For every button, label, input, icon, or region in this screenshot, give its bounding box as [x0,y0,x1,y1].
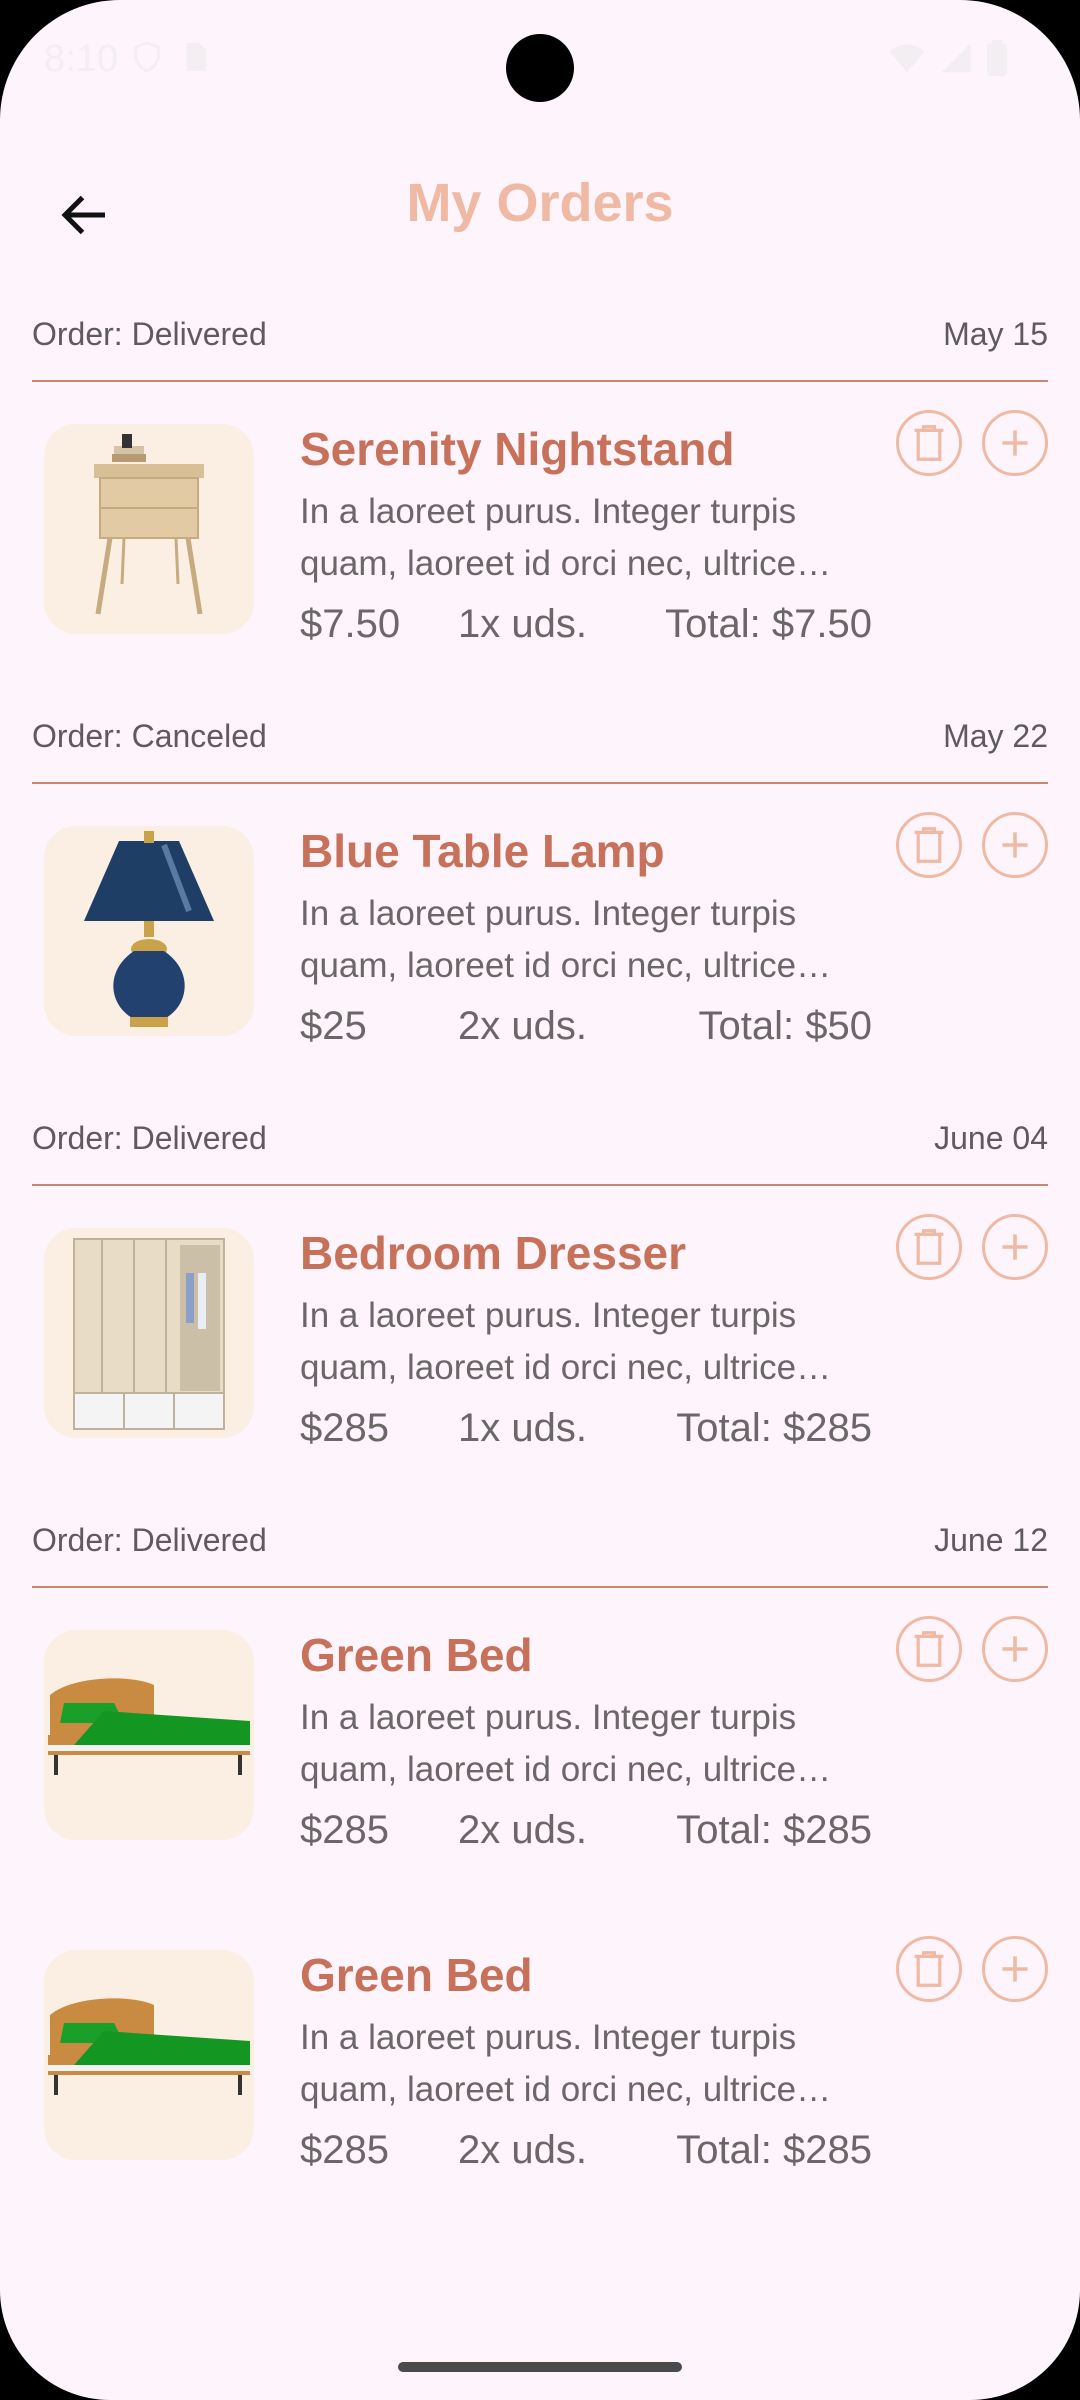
order-status: Order: Canceled [32,718,267,754]
line-total: Total: $50 [698,1004,872,1048]
delete-button[interactable] [896,410,962,476]
vpn-shield-icon [134,41,160,73]
line-total: Total: $7.50 [665,602,872,646]
product-description: In a laoreet purus. Integer turpis quam,… [300,888,920,992]
product-name: Green Bed [300,1949,533,2001]
order-header: Order: Delivered June 12 [32,1506,1048,1588]
line-total: Total: $285 [676,1406,872,1450]
sim-card-icon [186,42,207,72]
description-line: In a laoreet purus. Integer turpis [300,2018,797,2057]
order-group: Order: Delivered May 15 Serenity Nightst… [0,300,1080,702]
product-image-green-bed [44,1950,254,2160]
trash-icon [914,1229,944,1265]
orders-list: Order: Delivered May 15 Serenity Nightst… [0,300,1080,2228]
front-camera [506,34,574,102]
delete-button[interactable] [896,1936,962,2002]
order-group: Order: Delivered June 12 Green Bed In a … [0,1506,1080,2228]
delete-button[interactable] [896,1616,962,1682]
description-line: quam, laoreet id orci nec, ultrice… [300,1348,832,1387]
product-image-wardrobe [44,1228,254,1438]
trash-icon [914,827,944,863]
add-button[interactable] [982,410,1048,476]
unit-price: $285 [300,2128,389,2172]
trash-icon [914,1951,944,1987]
product-name: Bedroom Dresser [300,1227,687,1279]
order-date: May 15 [943,316,1048,352]
quantity: 2x uds. [458,1808,587,1852]
product-image-nightstand [44,424,254,634]
order-item[interactable]: Green Bed In a laoreet purus. Integer tu… [32,1588,1048,1908]
product-name: Blue Table Lamp [300,825,665,877]
trash-icon [914,1631,944,1667]
order-status: Order: Delivered [32,1120,267,1156]
description-line: quam, laoreet id orci nec, ultrice… [300,946,832,985]
product-description: In a laoreet purus. Integer turpis quam,… [300,2012,920,2116]
product-image-table-lamp [44,826,254,1036]
page-title: My Orders [406,173,674,233]
add-button[interactable] [982,1616,1048,1682]
order-header: Order: Delivered June 04 [32,1104,1048,1186]
status-icons-left [130,40,210,74]
plus-circle-icon [1002,430,1028,456]
order-header: Order: Delivered May 15 [32,300,1048,382]
delete-button[interactable] [896,1214,962,1280]
order-status: Order: Delivered [32,316,267,352]
phone-screen: 8:10 My Orders Order: Delivered May 15 S… [0,0,1080,2400]
delete-button[interactable] [896,812,962,878]
status-icons-right [888,40,1008,76]
unit-price: $285 [300,1808,389,1852]
line-total: Total: $285 [676,1808,872,1852]
order-date: June 12 [934,1522,1048,1558]
add-button[interactable] [982,812,1048,878]
order-item[interactable]: Bedroom Dresser In a laoreet purus. Inte… [32,1186,1048,1506]
order-group: Order: Canceled May 22 Blue Table Lamp I… [0,702,1080,1104]
product-name: Serenity Nightstand [300,423,735,475]
order-status: Order: Delivered [32,1522,267,1558]
unit-price: $7.50 [300,602,401,646]
status-time: 8:10 [44,38,118,80]
description-line: quam, laoreet id orci nec, ultrice… [300,544,832,583]
plus-circle-icon [1002,832,1028,858]
unit-price: $285 [300,1406,389,1450]
add-button[interactable] [982,1936,1048,2002]
order-item[interactable]: Blue Table Lamp In a laoreet purus. Inte… [32,784,1048,1104]
quantity: 2x uds. [458,1004,587,1048]
unit-price: $25 [300,1004,367,1048]
status-bar: 8:10 [0,0,1080,120]
order-date: May 22 [943,718,1048,754]
order-group: Order: Delivered June 04 Bedroom Dresser… [0,1104,1080,1506]
product-name: Green Bed [300,1629,533,1681]
battery-icon [987,40,1007,76]
plus-circle-icon [1002,1636,1028,1662]
order-date: June 04 [934,1120,1048,1156]
line-total: Total: $285 [676,2128,872,2172]
description-line: In a laoreet purus. Integer turpis [300,1296,797,1335]
trash-icon [914,425,944,461]
home-indicator[interactable] [398,2362,682,2372]
order-item[interactable]: Green Bed In a laoreet purus. Integer tu… [32,1908,1048,2228]
description-line: quam, laoreet id orci nec, ultrice… [300,1750,832,1789]
product-image-green-bed [44,1630,254,1840]
quantity: 2x uds. [458,2128,587,2172]
description-line: In a laoreet purus. Integer turpis [300,1698,797,1737]
product-description: In a laoreet purus. Integer turpis quam,… [300,1290,920,1394]
add-button[interactable] [982,1214,1048,1280]
description-line: In a laoreet purus. Integer turpis [300,894,797,933]
product-description: In a laoreet purus. Integer turpis quam,… [300,486,920,590]
description-line: In a laoreet purus. Integer turpis [300,492,797,531]
description-line: quam, laoreet id orci nec, ultrice… [300,2070,832,2109]
order-header: Order: Canceled May 22 [32,702,1048,784]
cell-signal-icon [941,43,971,73]
order-item[interactable]: Serenity Nightstand In a laoreet purus. … [32,382,1048,702]
product-description: In a laoreet purus. Integer turpis quam,… [300,1692,920,1796]
quantity: 1x uds. [458,1406,587,1450]
plus-circle-icon [1002,1956,1028,1982]
app-bar: My Orders [0,150,1080,260]
wifi-icon [889,44,925,73]
quantity: 1x uds. [458,602,587,646]
plus-circle-icon [1002,1234,1028,1260]
